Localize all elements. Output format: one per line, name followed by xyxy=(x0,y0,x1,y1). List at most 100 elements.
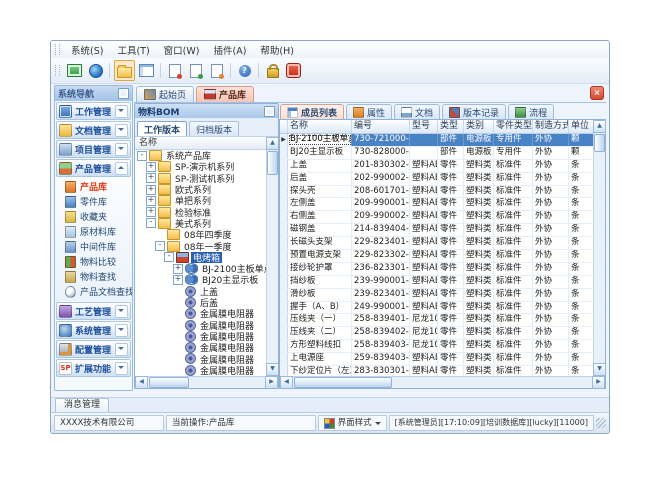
sidebar-item[interactable]: 原材料库 xyxy=(55,224,132,239)
nav-group[interactable]: 工作管理 xyxy=(56,102,131,120)
tree-expander-icon[interactable] xyxy=(146,162,156,172)
scroll-up-icon[interactable]: ▲ xyxy=(266,137,279,150)
tree-item[interactable]: BJ-2100主板单点 xyxy=(135,263,266,274)
table-row[interactable]: 挡纱板 239-990001-01X 塑料ABS 零件 塑料类 标准件 外协 条 xyxy=(280,276,593,289)
tree-item[interactable]: 金属膜电阻器 xyxy=(135,308,266,319)
message-tab[interactable]: 消息管理 xyxy=(55,398,109,412)
table-row[interactable]: 后盖 202-990002-01X 塑料ABS 零件 塑料类 标准件 外协 条 xyxy=(280,173,593,186)
table-row[interactable]: 滑纱板 239-823401-00X 塑料ABS 零件 塑料类 标准件 外协 条 xyxy=(280,289,593,302)
chevron-up-icon[interactable] xyxy=(115,162,128,175)
nav-group-product[interactable]: 产品管理 xyxy=(56,159,131,177)
chevron-down-icon[interactable] xyxy=(115,105,128,118)
folder-open-icon[interactable] xyxy=(114,60,135,81)
scroll-thumb[interactable] xyxy=(267,151,278,175)
scroll-left-icon[interactable]: ◀ xyxy=(280,376,293,389)
menu-item[interactable]: 系统(S) xyxy=(64,42,110,58)
table-row[interactable]: 接纱轮护罩 236-823301-00X 塑料ABS 零件 塑料类 标准件 外协… xyxy=(280,263,593,276)
tree-item[interactable]: 单把系列 xyxy=(135,195,266,206)
lock-icon[interactable] xyxy=(263,61,282,80)
scroll-down-icon[interactable]: ▼ xyxy=(593,363,606,376)
tree-item[interactable]: 欧式系列 xyxy=(135,184,266,195)
tree-item[interactable]: 电烤箱 xyxy=(135,252,266,263)
sidebar-item[interactable]: 物料查找 xyxy=(55,269,132,284)
table-row[interactable]: 预置电源支架 229-823302-00X 塑料ABS 零件 塑料类 标准件 外… xyxy=(280,250,593,263)
nav-group[interactable]: 文档管理 xyxy=(56,121,131,139)
tree-expander-icon[interactable] xyxy=(146,207,156,217)
globe-icon[interactable] xyxy=(86,61,105,80)
menu-item[interactable]: 插件(A) xyxy=(206,42,253,58)
tree-expander-icon[interactable] xyxy=(173,264,183,274)
sidebar-item[interactable]: 产品库 xyxy=(55,179,132,194)
scroll-right-icon[interactable]: ▶ xyxy=(592,376,605,389)
chevron-down-icon[interactable] xyxy=(115,324,128,337)
tree-column-header[interactable]: 名称 xyxy=(135,137,266,150)
table-row[interactable]: 长磁头支架 229-823401-00X 塑料ABS 零件 塑料类 标准件 外协… xyxy=(280,237,593,250)
computer-icon[interactable] xyxy=(65,61,84,80)
tree-expander-icon[interactable] xyxy=(146,173,156,183)
tree-expander-icon[interactable] xyxy=(173,275,183,285)
members-tab[interactable]: 文档 xyxy=(394,104,440,119)
pin-icon[interactable] xyxy=(264,106,275,117)
scroll-thumb[interactable] xyxy=(294,377,392,388)
sidebar-item[interactable]: 收藏夹 xyxy=(55,209,132,224)
table-row[interactable]: BJ20主显示板 730-828000-04X 部件 电源板 专用件 外协 颗 xyxy=(280,147,593,160)
chevron-down-icon[interactable] xyxy=(115,305,128,318)
menu-item[interactable]: 帮助(H) xyxy=(253,42,301,58)
tree-item[interactable]: 后盖 xyxy=(135,297,266,308)
exit-icon[interactable] xyxy=(284,61,303,80)
version-tab[interactable]: 归档版本 xyxy=(189,121,239,136)
tree-item[interactable]: 金属膜电阻器 xyxy=(135,331,266,342)
tree-item[interactable]: SP-测试机系列 xyxy=(135,173,266,184)
scroll-right-icon[interactable]: ▶ xyxy=(265,376,278,389)
nav-group[interactable]: 扩展功能 xyxy=(56,359,131,377)
sidebar-item[interactable]: 中间件库 xyxy=(55,239,132,254)
table-row[interactable]: 方形塑料线扣 258-839403-00X 尼龙1010 零件 塑料类 标准件 … xyxy=(280,340,593,353)
tree-horizontal-scrollbar[interactable]: ◀ ▶ xyxy=(135,376,278,388)
doc-refresh-icon[interactable] xyxy=(186,61,205,80)
tree-expander-icon[interactable] xyxy=(137,151,147,161)
tree-item[interactable]: 检验标准 xyxy=(135,206,266,217)
table-row[interactable]: 上盖 201-830302-00X 塑料ABS 零件 塑料类 标准件 外协 条 xyxy=(280,160,593,173)
tree-item[interactable]: 金属膜电阻器 xyxy=(135,353,266,364)
sidebar-item[interactable]: 物料比较 xyxy=(55,254,132,269)
column-header[interactable]: 类别 xyxy=(464,120,494,133)
grid-vertical-scrollbar[interactable]: ▲ ▼ xyxy=(593,120,605,376)
document-tab[interactable]: 起始页 xyxy=(136,86,194,102)
table-row[interactable]: 握手（A、B） 249-990001-01X 塑料ABS 零件 塑料类 标准件 … xyxy=(280,302,593,315)
menu-item[interactable]: 窗口(W) xyxy=(157,42,207,58)
tree-item[interactable]: 08年四季度 xyxy=(135,229,266,240)
table-row[interactable]: 探头壳 208-601701-01X 塑料ABS 零件 塑料类 标准件 外协 条 xyxy=(280,186,593,199)
scroll-up-icon[interactable]: ▲ xyxy=(593,120,606,133)
doc-close-icon[interactable] xyxy=(165,61,184,80)
tree-item[interactable]: 金属膜电阻器 xyxy=(135,342,266,353)
tree-item[interactable]: 金属膜电阻器 xyxy=(135,319,266,330)
tree-expander-icon[interactable] xyxy=(146,185,156,195)
column-header[interactable]: 名称 xyxy=(288,120,352,133)
table-row[interactable]: 压线夹（二） 258-839402-00X 尼龙1010 零件 塑料类 标准件 … xyxy=(280,327,593,340)
column-header[interactable]: 单位 xyxy=(569,120,593,133)
pin-icon[interactable] xyxy=(118,88,129,99)
nav-group[interactable]: 项目管理 xyxy=(56,140,131,158)
table-row[interactable]: 左侧盖 209-990001-01X 塑料ABS 零件 塑料类 标准件 外协 条 xyxy=(280,198,593,211)
nav-group[interactable]: 工艺管理 xyxy=(56,302,131,320)
nav-group[interactable]: 系统管理 xyxy=(56,321,131,339)
nav-group[interactable]: 配置管理 xyxy=(56,340,131,358)
doc-new-icon[interactable] xyxy=(207,61,226,80)
toolbar-grip[interactable] xyxy=(55,65,60,76)
resize-grip[interactable] xyxy=(596,418,606,428)
chevron-down-icon[interactable] xyxy=(115,143,128,156)
scroll-thumb[interactable] xyxy=(149,377,189,388)
column-header[interactable]: 型号 xyxy=(410,120,438,133)
tree-item[interactable]: 上盖 xyxy=(135,286,266,297)
ui-style-button[interactable]: 界面样式 xyxy=(318,415,387,431)
tree-expander-icon[interactable] xyxy=(146,218,156,228)
table-row[interactable]: 下纱定位片（左） 283-830301-00X 塑料ABS 零件 塑料类 标准件… xyxy=(280,366,593,376)
table-row[interactable]: BJ-2100主板单点 730-721000-12X 部件 电源板 专用件 外协… xyxy=(280,134,593,147)
chevron-down-icon[interactable] xyxy=(115,124,128,137)
chevron-down-icon[interactable] xyxy=(115,343,128,356)
tree-expander-icon[interactable] xyxy=(146,196,156,206)
column-header[interactable]: 类型 xyxy=(438,120,464,133)
table-row[interactable]: 上电源座 259-839403-00X 塑料ABS 零件 塑料类 标准件 外协 … xyxy=(280,353,593,366)
tree-item[interactable]: 08年一季度 xyxy=(135,240,266,251)
tree-item[interactable]: 美式系列 xyxy=(135,218,266,229)
